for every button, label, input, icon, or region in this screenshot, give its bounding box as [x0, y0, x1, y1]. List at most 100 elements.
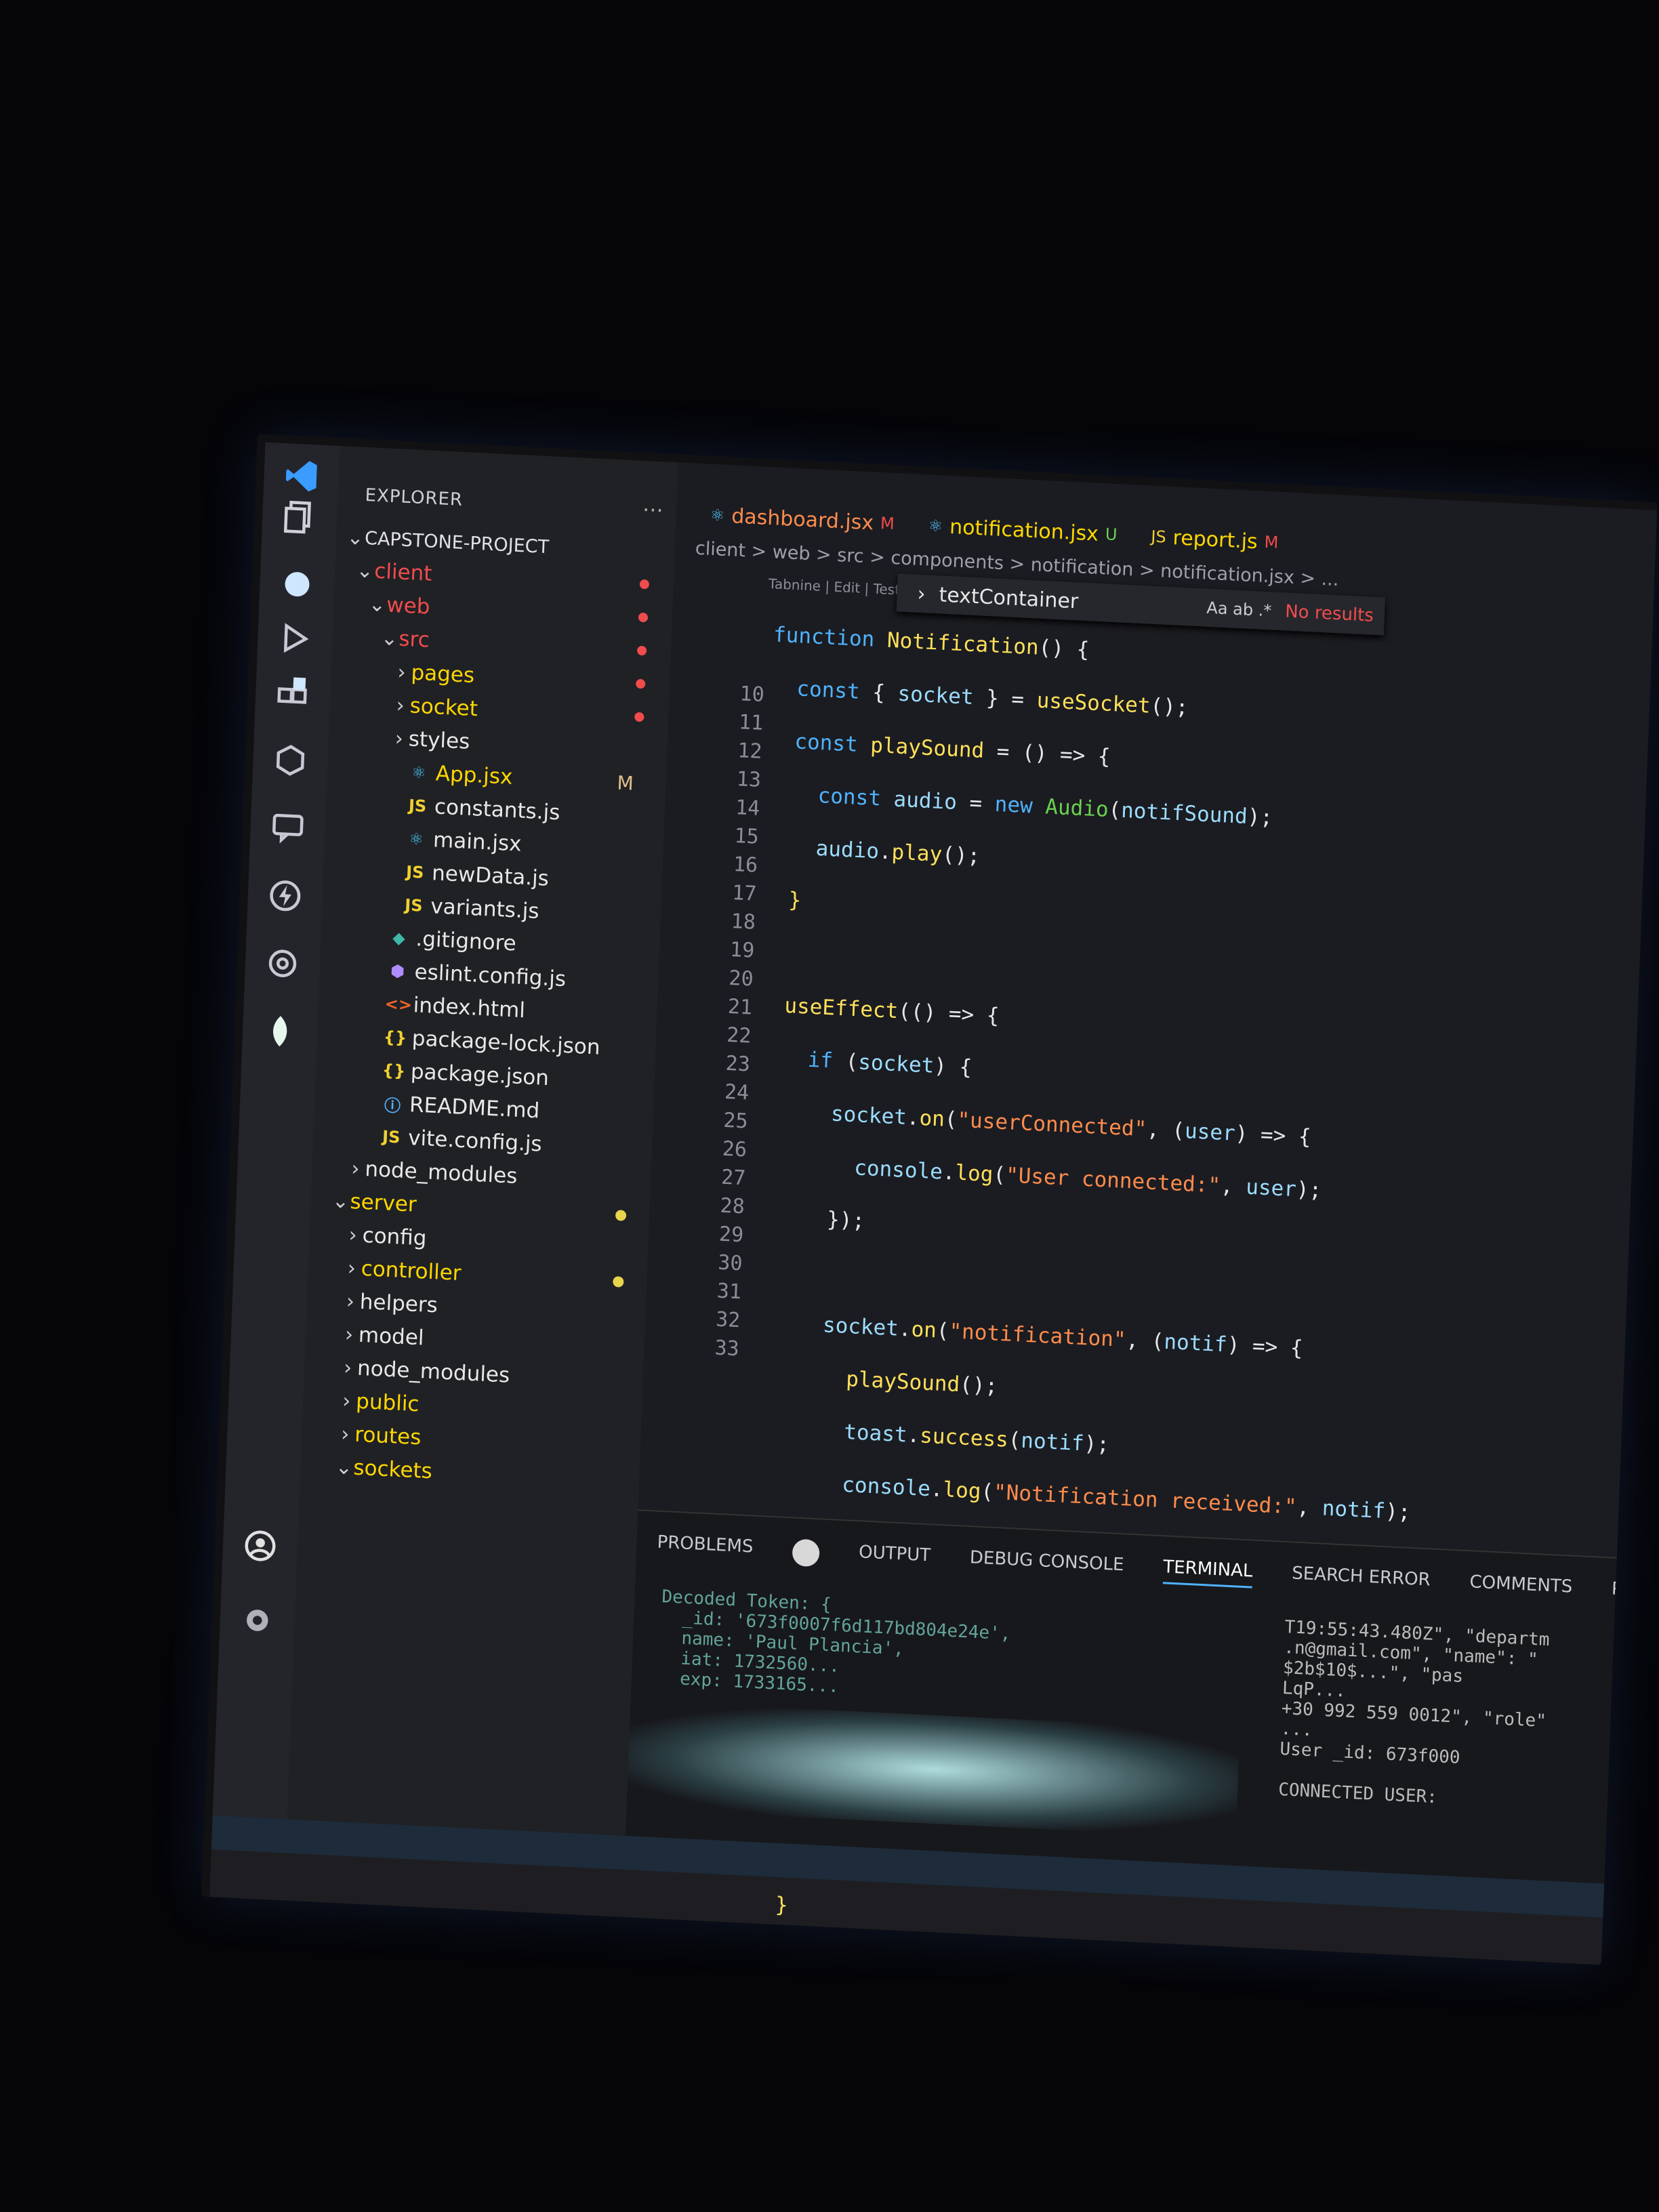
chevron-down-icon: ⌄ — [380, 626, 398, 651]
json-icon: {} — [382, 1061, 406, 1081]
code-line: }, [socket]); — [747, 1944, 913, 1965]
tree-item-label: controller — [361, 1256, 462, 1286]
tab-label: dashboard.jsx — [731, 504, 874, 535]
line-number: 28 — [719, 1193, 745, 1219]
search-icon[interactable] — [279, 565, 316, 604]
git-status-dot — [634, 712, 644, 722]
monitor-frame: EXPLORER ... ⌄ CAPSTONE-PROJECT ⌄ client ⌄… — [201, 434, 1658, 1965]
lightning-icon[interactable] — [266, 876, 304, 915]
chevron-right-icon: › — [394, 726, 404, 751]
panel-tab[interactable]: TERMINAL — [1162, 1557, 1253, 1589]
info-icon: ⓘ — [384, 1095, 401, 1115]
tree-item[interactable]: › controller — [342, 1252, 462, 1290]
editor-tab[interactable]: ⚛ notification.jsx U — [928, 514, 1118, 547]
remote-explorer-icon[interactable] — [272, 741, 310, 780]
line-number: 33 — [714, 1336, 740, 1361]
tree-item[interactable]: › routes — [335, 1417, 422, 1454]
tree-item[interactable]: ⌄ server — [331, 1185, 417, 1221]
explorer-icon[interactable] — [281, 497, 319, 536]
explorer-more-icon[interactable]: ... — [642, 491, 664, 517]
chevron-right-icon: › — [396, 693, 405, 718]
chevron-right-icon[interactable]: › — [917, 581, 926, 606]
code-line: } — [787, 888, 802, 913]
tree-item[interactable]: ⚛ main.jsx — [385, 821, 522, 861]
tree-item[interactable]: › model — [339, 1317, 424, 1354]
chevron-right-icon: › — [344, 1322, 354, 1347]
editor-tab[interactable]: JS report.js M — [1151, 525, 1279, 554]
tree-item-label: helpers — [359, 1289, 438, 1318]
eslint-icon: ⬢ — [390, 961, 405, 981]
code-line: socket.on("notification", (notif) => { — [822, 1313, 1304, 1361]
line-number: 24 — [724, 1080, 750, 1105]
tree-item[interactable]: › config — [343, 1218, 428, 1255]
line-number: 29 — [718, 1222, 744, 1248]
tree-item-label: src — [398, 626, 430, 653]
line-number: 12 — [737, 739, 763, 764]
tree-item[interactable]: ⌄ client — [354, 554, 432, 590]
code-line: const audio = new Audio(notifSound); — [817, 783, 1273, 830]
tree-item[interactable]: › public — [336, 1384, 420, 1420]
editor-tab[interactable]: ⚛ dashboard.jsx M — [710, 503, 895, 535]
account-icon[interactable] — [241, 1527, 279, 1565]
code-line: function Notification() { — [773, 622, 1090, 663]
chevron-right-icon: › — [346, 1289, 355, 1313]
tree-item[interactable]: › socket — [390, 689, 478, 725]
tab-label: report.js — [1172, 525, 1258, 554]
git-status-dot — [638, 612, 649, 623]
line-number: 27 — [720, 1165, 747, 1191]
line-number: 13 — [736, 767, 762, 792]
line-number — [712, 621, 767, 653]
panel-tab[interactable]: COMMENTS — [1469, 1572, 1573, 1603]
js-file-icon: JS — [382, 1127, 401, 1147]
panel-tab[interactable]: PROBLEMS — [657, 1532, 754, 1564]
code-line: console.log("User connected:", user); — [853, 1155, 1322, 1203]
tab-status: M — [880, 514, 895, 534]
openai-icon[interactable] — [264, 944, 302, 983]
tree-item-label: .gitignore — [415, 926, 517, 956]
js-icon: JS — [1150, 527, 1167, 547]
chevron-right-icon: › — [343, 1355, 352, 1380]
line-number: 31 — [716, 1279, 742, 1305]
react-icon: ⚛ — [408, 829, 424, 849]
line-number: 14 — [735, 796, 760, 821]
tree-item[interactable]: ⌄ sockets — [334, 1450, 433, 1488]
line-number: 23 — [725, 1051, 751, 1077]
run-debug-icon[interactable] — [276, 619, 314, 658]
settings-gear-icon[interactable] — [239, 1601, 276, 1640]
tree-item-label: eslint.config.js — [413, 960, 567, 992]
chevron-right-icon: › — [348, 1223, 358, 1248]
line-number: 21 — [727, 994, 753, 1020]
chat-icon[interactable] — [269, 809, 307, 848]
tree-item-label: model — [358, 1322, 425, 1351]
terminal-output-left[interactable]: Decoded Token: { _id: '673f0007f6d117bd8… — [658, 1586, 1012, 1705]
js-file-icon: JS — [408, 796, 427, 816]
tree-item[interactable]: › styles — [389, 722, 470, 758]
line-number: 10 — [739, 682, 765, 707]
js-file-icon: JS — [405, 862, 424, 882]
code-line: audio.play(); — [815, 836, 981, 869]
extensions-icon[interactable] — [274, 674, 312, 712]
line-number: 15 — [733, 824, 760, 849]
chevron-right-icon: › — [396, 660, 407, 684]
terminal-output-right[interactable]: T19:55:43.480Z", "departm .n@gmail.com",… — [1278, 1617, 1550, 1813]
panel-tab[interactable]: SEARCH ERROR — [1291, 1563, 1431, 1597]
chevron-down-icon: ⌄ — [331, 1189, 350, 1214]
tree-item-label: server — [349, 1189, 417, 1217]
tree-item[interactable]: ⌄ src — [380, 621, 430, 657]
tab-status: U — [1105, 525, 1118, 545]
tree-item[interactable]: ⚛ App.jsx — [388, 755, 513, 794]
panel-tab[interactable]: PORTS — [1611, 1579, 1658, 1609]
tree-item[interactable]: › helpers — [340, 1284, 438, 1322]
git-icon: ◆ — [392, 928, 406, 948]
tree-item[interactable]: ⌄ web — [367, 588, 431, 623]
panel-tab[interactable]: DEBUG CONSOLE — [969, 1547, 1124, 1582]
panel-tab[interactable]: OUTPUT — [858, 1542, 931, 1572]
tree-item-label: styles — [408, 726, 470, 754]
code-line: playSound(); — [845, 1367, 998, 1399]
html-icon: <> — [384, 994, 413, 1015]
mongodb-leaf-icon[interactable] — [261, 1012, 299, 1050]
git-status-dot — [639, 579, 650, 590]
tree-item[interactable]: › pages — [392, 655, 475, 692]
